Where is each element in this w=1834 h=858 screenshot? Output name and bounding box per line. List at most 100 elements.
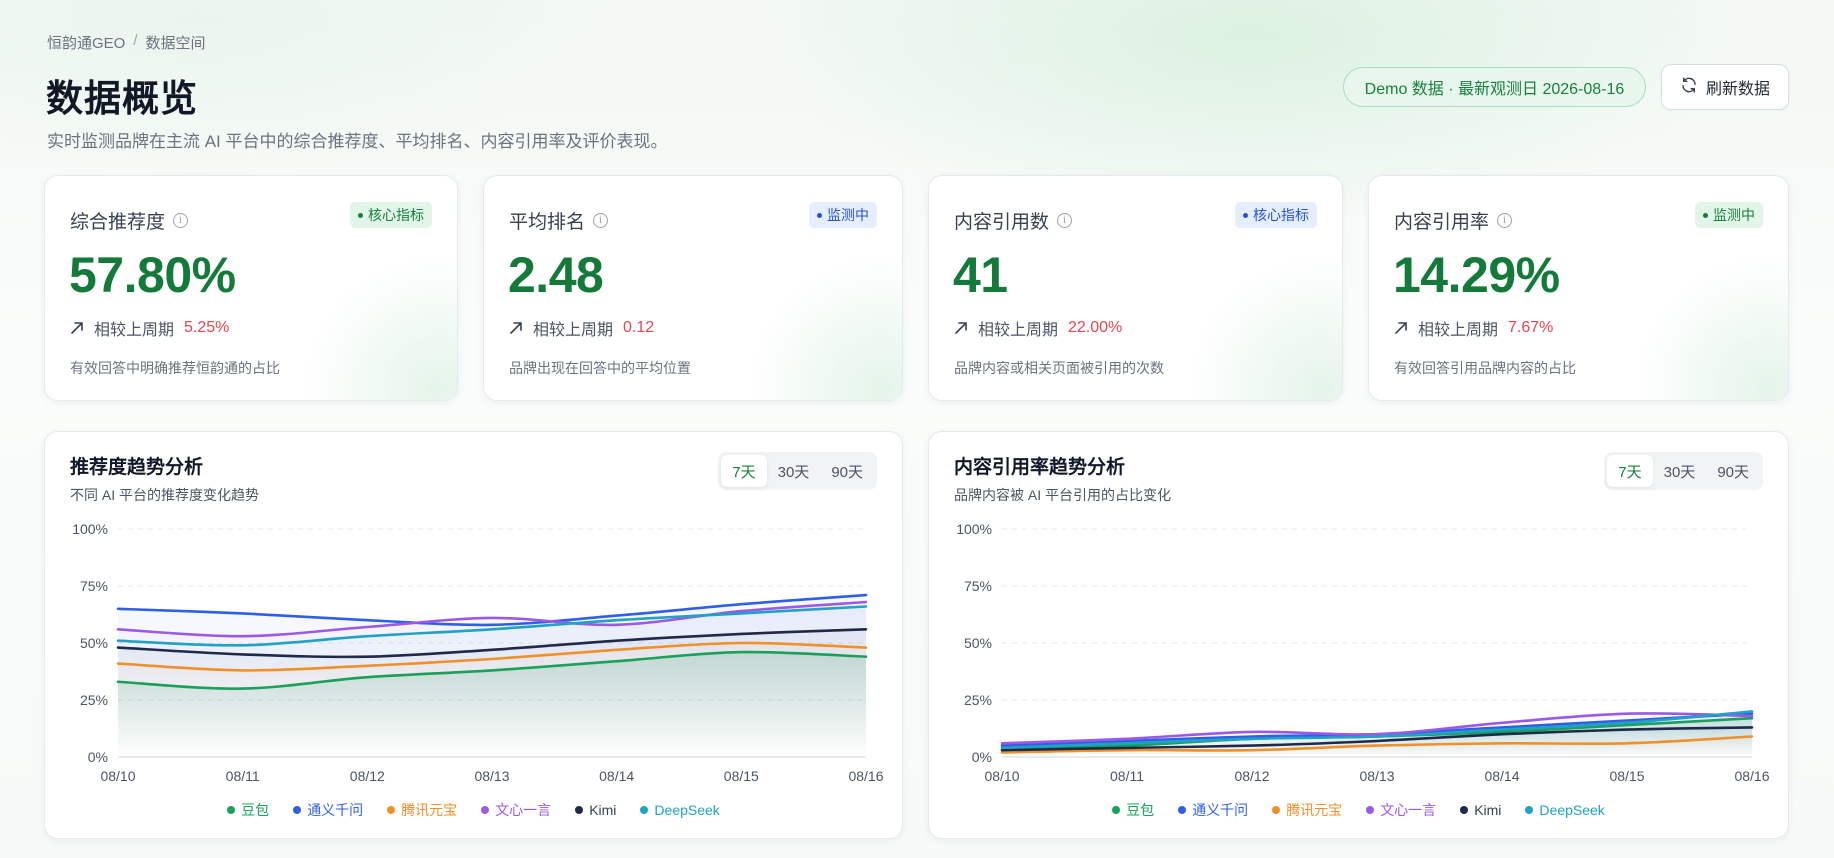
card-decoration <box>722 260 902 400</box>
x-tick-label: 08/13 <box>474 768 509 784</box>
legend-item[interactable]: DeepSeek <box>640 800 720 820</box>
metric-compare: 相较上周期 22.00% <box>954 316 1122 340</box>
metric-value: 57.80% <box>69 247 236 303</box>
x-tick-label: 08/10 <box>984 768 1019 784</box>
metric-tag-text: 核心指标 <box>1253 207 1309 223</box>
trend-up-arrow-icon <box>955 322 967 334</box>
metric-description: 品牌出现在回答中的平均位置 <box>509 360 691 376</box>
compare-label: 相较上周期 <box>533 322 614 339</box>
tag-dot-icon <box>358 212 363 218</box>
metric-value: 41 <box>953 247 1008 303</box>
metric-title-text: 综合推荐度 <box>70 212 166 233</box>
card-decoration <box>277 260 457 400</box>
legend-label: 通义千问 <box>1192 802 1249 818</box>
recommendation-trend-card: 推荐度趋势分析 不同 AI 平台的推荐度变化趋势 7天 30天 90天 0% 25… <box>44 431 903 839</box>
legend-label: DeepSeek <box>1539 802 1605 818</box>
trend-up-arrow-icon <box>71 322 83 334</box>
card-decoration <box>1608 260 1788 400</box>
legend-item[interactable]: Kimi <box>575 800 616 820</box>
info-icon[interactable]: i <box>173 213 189 228</box>
trend-up-arrow-icon <box>1395 322 1407 334</box>
legend-item[interactable]: 通义千问 <box>293 800 363 820</box>
y-tick-label: 100% <box>956 521 992 537</box>
compare-delta: 0.12 <box>623 319 655 336</box>
metric-compare: 相较上周期 7.67% <box>1394 316 1553 340</box>
metric-title-text: 内容引用率 <box>1394 212 1490 233</box>
chart-legend: 豆包 通义千问 腾讯元宝 文心一言 Kimi DeepSeek <box>929 800 1788 820</box>
metric-card-recommendation: 综合推荐度 i 核心指标 57.80% 相较上周期 5.25% 有效回答中明确推… <box>44 175 458 401</box>
dashboard-page: 恒韵通GEO / 数据空间 数据概览 实时监测品牌在主流 AI 平台中的综合推荐… <box>0 0 1834 858</box>
y-tick-label: 50% <box>964 635 992 651</box>
legend-dot-icon <box>1366 806 1375 814</box>
info-icon[interactable]: i <box>593 213 609 228</box>
compare-delta: 7.67% <box>1508 319 1554 336</box>
legend-item[interactable]: 豆包 <box>1112 800 1154 820</box>
x-tick-label: 08/16 <box>848 768 883 784</box>
metric-tag: 核心指标 <box>350 202 432 228</box>
legend-label: Kimi <box>589 802 617 818</box>
metric-title: 平均排名 i <box>509 207 609 234</box>
legend-item[interactable]: 豆包 <box>227 800 269 820</box>
legend-label: 豆包 <box>1126 802 1155 818</box>
metric-tag-text: 核心指标 <box>368 207 424 223</box>
metric-title-text: 内容引用数 <box>954 212 1050 233</box>
tag-dot-icon <box>1703 212 1708 218</box>
legend-item[interactable]: 腾讯元宝 <box>387 800 457 820</box>
metric-card-average-rank: 平均排名 i 监测中 2.48 相较上周期 0.12 品牌出现在回答中的平均位置 <box>483 175 903 401</box>
legend-dot-icon <box>293 806 302 814</box>
tag-dot-icon <box>1243 212 1248 218</box>
legend-item[interactable]: Kimi <box>1460 800 1501 820</box>
metric-tag: 监测中 <box>809 202 877 228</box>
legend-item[interactable]: 腾讯元宝 <box>1272 800 1342 820</box>
legend-label: DeepSeek <box>654 802 720 818</box>
y-tick-label: 75% <box>80 578 108 594</box>
legend-item[interactable]: 文心一言 <box>481 800 551 820</box>
metric-tag-text: 监测中 <box>827 207 869 223</box>
metric-description: 有效回答引用品牌内容的占比 <box>1394 360 1576 376</box>
legend-label: 文心一言 <box>1380 802 1437 818</box>
legend-item[interactable]: 通义千问 <box>1178 800 1248 820</box>
legend-item[interactable]: 文心一言 <box>1366 800 1436 820</box>
legend-dot-icon <box>387 806 396 814</box>
x-tick-label: 08/14 <box>1484 768 1519 784</box>
x-tick-label: 08/12 <box>350 768 385 784</box>
legend-dot-icon <box>1112 806 1121 814</box>
compare-label: 相较上周期 <box>1418 322 1499 339</box>
legend-dot-icon <box>1525 806 1534 814</box>
x-tick-label: 08/10 <box>100 768 135 784</box>
metric-description: 品牌内容或相关页面被引用的次数 <box>954 360 1164 376</box>
y-tick-label: 50% <box>80 635 108 651</box>
citation-rate-trend-card: 内容引用率趋势分析 品牌内容被 AI 平台引用的占比变化 7天 30天 90天 … <box>928 431 1789 839</box>
refresh-data-button[interactable]: 刷新数据 <box>1661 64 1789 110</box>
metric-compare: 相较上周期 0.12 <box>509 316 654 340</box>
legend-dot-icon <box>481 806 490 814</box>
card-decoration <box>1162 260 1342 400</box>
legend-dot-icon <box>227 806 236 814</box>
metric-card-citation-rate: 内容引用率 i 监测中 14.29% 相较上周期 7.67% 有效回答引用品牌内… <box>1368 175 1789 401</box>
page-title: 数据概览 <box>46 78 198 119</box>
y-tick-label: 25% <box>964 692 992 708</box>
metric-tag: 监测中 <box>1695 202 1763 228</box>
y-tick-label: 0% <box>88 749 108 765</box>
compare-delta: 22.00% <box>1068 319 1123 336</box>
y-tick-label: 75% <box>964 578 992 594</box>
info-icon[interactable]: i <box>1497 213 1513 228</box>
x-tick-label: 08/11 <box>1110 768 1144 784</box>
x-tick-label: 08/15 <box>724 768 759 784</box>
breadcrumb-current: 数据空间 <box>145 35 206 52</box>
x-tick-label: 08/11 <box>226 768 260 784</box>
breadcrumb-root[interactable]: 恒韵通GEO <box>47 32 125 53</box>
metric-tag-text: 监测中 <box>1713 207 1755 223</box>
compare-label: 相较上周期 <box>978 322 1059 339</box>
refresh-icon <box>1680 76 1698 99</box>
info-icon[interactable]: i <box>1057 213 1073 228</box>
legend-label: Kimi <box>1474 802 1502 818</box>
legend-item[interactable]: DeepSeek <box>1525 800 1605 820</box>
metric-compare: 相较上周期 5.25% <box>70 316 229 340</box>
legend-dot-icon <box>1272 806 1281 814</box>
legend-dot-icon <box>1178 806 1187 814</box>
metric-tag: 核心指标 <box>1235 202 1317 228</box>
trend-up-arrow-icon <box>510 322 522 334</box>
metric-value: 14.29% <box>1393 247 1560 303</box>
metric-title: 内容引用率 i <box>1394 207 1513 234</box>
